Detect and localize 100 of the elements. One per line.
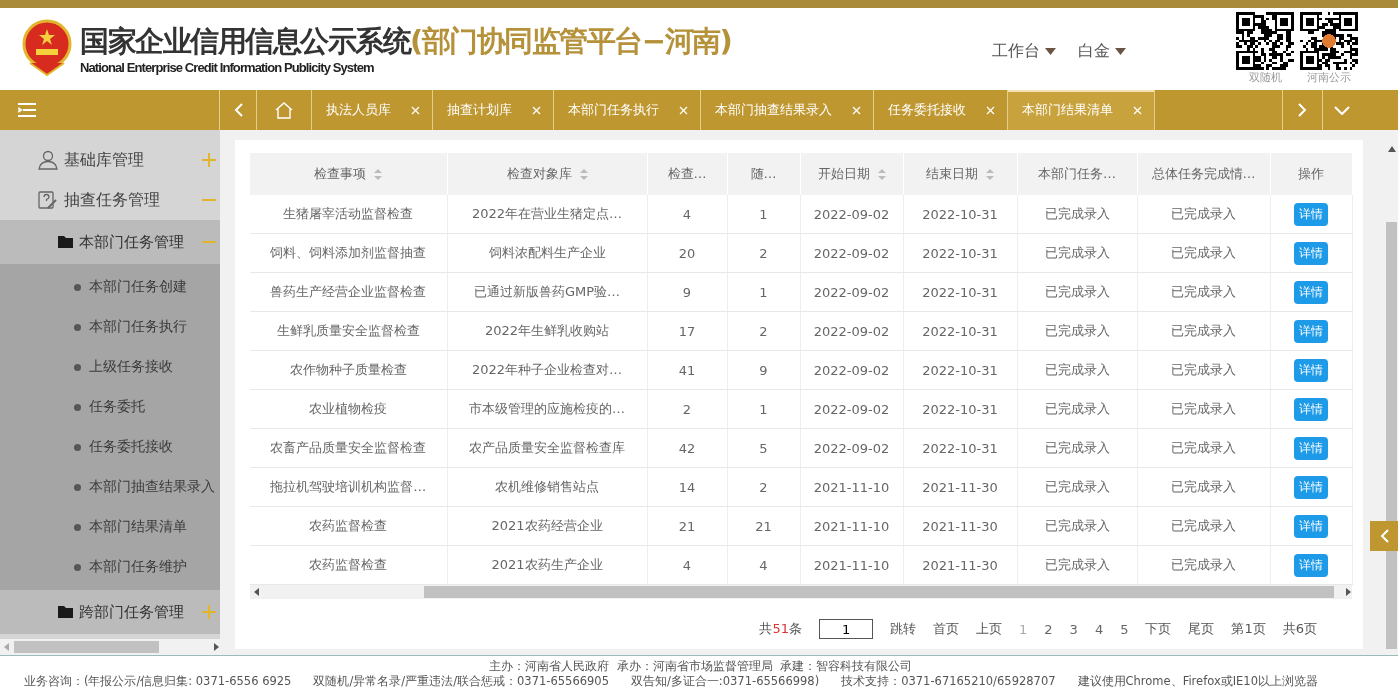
scrollbar[interactable] [0, 639, 220, 655]
close-icon[interactable] [1133, 105, 1142, 115]
scroll-right-icon[interactable] [1346, 588, 1352, 596]
table-cell: 2021-11-30 [903, 467, 1017, 507]
table-cell: 生猪屠宰活动监督检查 [250, 195, 447, 234]
table-cell: 2 [727, 311, 800, 351]
column-header[interactable]: 开始日期 [800, 153, 903, 195]
sidebar-item[interactable]: 本部门结果清单 [0, 507, 220, 547]
dropdown-menu[interactable]: 工作台 [992, 40, 1056, 62]
close-icon[interactable] [986, 105, 995, 115]
column-header[interactable]: 检查对象库 [447, 153, 647, 195]
sidebar-item[interactable]: 跨部门任务管理 [0, 590, 220, 634]
sort-icon[interactable] [374, 168, 383, 180]
sidebar-item[interactable]: 本部门任务执行 [0, 307, 220, 347]
scroll-left-icon[interactable] [254, 588, 260, 596]
details-button[interactable]: 详情 [1294, 241, 1328, 265]
table-cell: 4 [647, 545, 727, 585]
page-number[interactable]: 4 [1094, 621, 1104, 637]
table-cell: 2021-11-30 [903, 506, 1017, 546]
sidebar-item[interactable]: 本部门抽查结果录入 [0, 467, 220, 507]
table-cell: 42 [647, 428, 727, 468]
qr-code-icon [1300, 11, 1358, 70]
sort-icon[interactable] [579, 168, 588, 180]
details-button[interactable]: 详情 [1294, 553, 1328, 577]
total-count: 共51条 [759, 620, 803, 638]
user-icon [38, 150, 58, 170]
sort-icon[interactable] [986, 168, 994, 180]
sidebar-item[interactable]: 任务委托接收 [0, 427, 220, 467]
page-number[interactable]: 2 [1044, 621, 1053, 637]
table-cell: 农产品质量安全监督检查库 [447, 428, 647, 468]
table-cell: 兽药生产经营企业监督检查 [250, 272, 447, 312]
scroll-up-icon[interactable] [1387, 146, 1396, 152]
table-cell: 已完成录入 [1017, 195, 1137, 234]
scrollbar[interactable] [250, 585, 1352, 599]
close-icon[interactable] [532, 105, 541, 115]
table-cell: 41 [647, 350, 727, 390]
table-cell: 2021-11-10 [800, 467, 903, 507]
sidebar-item[interactable]: 任务委托 [0, 387, 220, 427]
dropdown-menu[interactable]: 白金 [1078, 40, 1126, 62]
table-cell: 2022-09-02 [800, 233, 903, 273]
table-cell: 2022-09-02 [800, 311, 903, 351]
chevron-down-icon[interactable] [1333, 105, 1350, 115]
column-header[interactable]: 检查事项 [250, 153, 447, 195]
folder-icon [58, 605, 74, 619]
close-icon[interactable] [411, 105, 420, 115]
sidebar-item[interactable]: 本部门任务创建 [0, 267, 220, 307]
home-icon[interactable] [275, 101, 293, 119]
jump-button[interactable]: 跳转 [890, 620, 917, 638]
footer-text: 技术支持：0371-67165210/65928707 [841, 674, 1056, 689]
sidebar-item[interactable]: 抽查任务管理 [0, 180, 220, 220]
table-cell: 已完成录入 [1017, 311, 1137, 351]
table-cell: 生鲜乳质量安全监督检查 [250, 311, 447, 351]
details-button[interactable]: 详情 [1294, 436, 1328, 460]
close-icon[interactable] [679, 105, 688, 115]
close-icon[interactable] [852, 105, 861, 115]
details-button[interactable]: 详情 [1294, 397, 1328, 421]
column-header[interactable]: 结束日期 [903, 153, 1017, 195]
sidebar-item[interactable]: 本部门任务维护 [0, 547, 220, 587]
table-cell: 2022-10-31 [903, 233, 1017, 273]
table-cell: 2 [727, 233, 800, 273]
table-cell: 9 [647, 272, 727, 312]
page-number[interactable]: 3 [1069, 621, 1078, 637]
table-cell: 已完成录入 [1137, 350, 1270, 390]
sidebar-item[interactable]: 本部门任务管理 [0, 220, 220, 264]
table-cell: 已完成录入 [1137, 545, 1270, 585]
chevron-left-icon[interactable] [233, 103, 243, 117]
last-page-link[interactable]: 尾页 [1188, 620, 1215, 638]
previous-page-link[interactable]: 上页 [976, 620, 1003, 638]
table-cell: 2022-09-02 [800, 389, 903, 429]
sidebar-item[interactable]: 上级任务接收 [0, 347, 220, 387]
caret-icon [1045, 47, 1056, 55]
table-cell: 2022-09-02 [800, 428, 903, 468]
details-button[interactable]: 详情 [1294, 202, 1328, 226]
details-button[interactable]: 详情 [1294, 319, 1328, 343]
table-cell: 已完成录入 [1017, 428, 1137, 468]
table-cell: 2022-09-02 [800, 350, 903, 390]
table-cell: 1 [727, 389, 800, 429]
chevron-right-icon[interactable] [1298, 103, 1307, 117]
table-cell: 2022-10-31 [903, 389, 1017, 429]
table-cell: 已完成录入 [1137, 195, 1270, 234]
page-input[interactable]: 1 [819, 619, 874, 639]
collapse-panel-button[interactable] [1370, 521, 1398, 551]
first-page-link[interactable]: 首页 [933, 620, 960, 638]
details-button[interactable]: 详情 [1294, 280, 1328, 304]
sidebar-item[interactable]: 基础库管理 [0, 140, 220, 180]
table-cell: 农药监督检查 [250, 545, 447, 585]
details-button[interactable]: 详情 [1294, 358, 1328, 382]
sort-icon[interactable] [877, 168, 886, 180]
qr-code-label: 双随机 [1248, 69, 1282, 85]
table-cell: 2022-10-31 [903, 311, 1017, 351]
table-cell: 已完成录入 [1017, 545, 1137, 585]
next-page-link[interactable]: 下页 [1145, 620, 1172, 638]
table-cell: 17 [647, 311, 727, 351]
details-button[interactable]: 详情 [1294, 475, 1328, 499]
table-cell: 已完成录入 [1137, 389, 1270, 429]
menu-icon[interactable] [18, 103, 36, 117]
page-number[interactable]: 5 [1120, 621, 1129, 637]
table-cell: 2022年种子企业检查对… [447, 350, 647, 390]
table-cell: 2022-09-02 [800, 195, 903, 234]
details-button[interactable]: 详情 [1294, 514, 1328, 538]
